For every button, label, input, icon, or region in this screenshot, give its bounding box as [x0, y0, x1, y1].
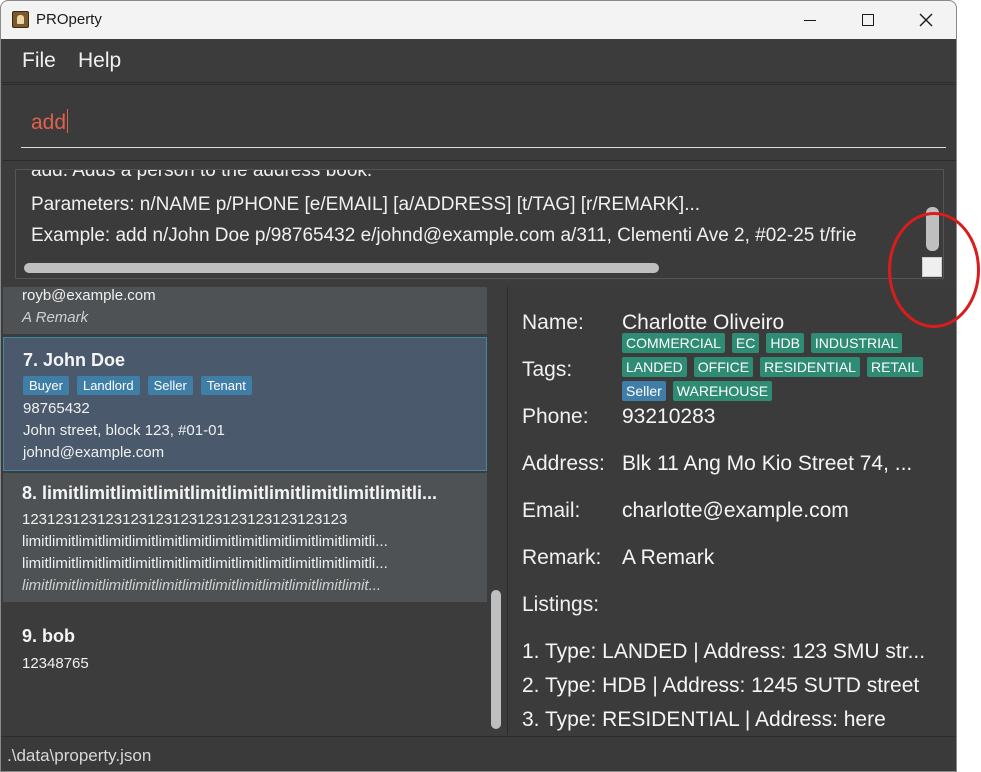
label-phone: Phone:	[522, 405, 589, 428]
listing-item: 2. Type: HDB | Address: 1245 SUTD street	[522, 674, 920, 697]
tag: Seller	[622, 381, 666, 401]
tag: WAREHOUSE	[672, 381, 773, 401]
command-box: add	[3, 84, 956, 161]
label-email: Email:	[522, 499, 581, 522]
tag: RETAIL	[866, 357, 923, 377]
command-text: add	[31, 111, 67, 134]
result-line-1: add: Adds a person to the address book.	[31, 169, 373, 181]
menu-help[interactable]: Help	[78, 49, 121, 73]
data-file-path: .\data\property.json	[7, 746, 152, 765]
list-item[interactable]: 8. limitlimitlimitlimitlimitlimitlimitli…	[3, 473, 487, 602]
tag: EC	[731, 333, 760, 353]
detail-tags: COMMERCIAL EC HDB INDUSTRIAL LANDED OFFI…	[622, 333, 952, 401]
horizontal-scrollbar-thumb[interactable]	[24, 263, 659, 273]
card-remark: limitlimitlimitlimitlimitlimitlimitlimit…	[22, 577, 382, 594]
command-underline	[21, 147, 946, 148]
label-tags: Tags:	[522, 358, 573, 381]
card-phone: 98765432	[23, 400, 90, 417]
result-line-2: Parameters: n/NAME p/PHONE [e/EMAIL] [a/…	[31, 194, 701, 215]
close-icon	[919, 13, 933, 27]
card-tags: Buyer Landlord Seller Tenant	[23, 376, 252, 395]
app-window: PROperty File Help add add: Adds a perso…	[0, 0, 957, 772]
menu-bar: File Help	[1, 39, 956, 83]
maximize-button[interactable]	[839, 1, 897, 39]
card-name: 9. bob	[22, 626, 75, 646]
tag: LANDED	[622, 357, 687, 377]
app-icon	[12, 11, 29, 28]
card-phone: 123123123123123123123123123123123123123	[22, 511, 348, 528]
card-email: johnd@example.com	[23, 444, 165, 461]
list-scrollbar-thumb[interactable]	[491, 590, 501, 729]
minimize-icon	[804, 19, 816, 21]
person-detail-panel: Name: Charlotte Oliveiro Tags: COMMERCIA…	[507, 287, 956, 735]
detail-remark: A Remark	[622, 546, 715, 569]
tag: OFFICE	[693, 357, 754, 377]
tag: HDB	[766, 333, 804, 353]
tag: Landlord	[76, 376, 140, 395]
detail-name: Charlotte Oliveiro	[622, 311, 785, 334]
title-bar[interactable]: PROperty	[1, 1, 956, 39]
result-display[interactable]: add: Adds a person to the address book. …	[15, 169, 944, 279]
detail-address: Blk 11 Ang Mo Kio Street 74, ...	[622, 452, 913, 475]
listing-item: 3. Type: RESIDENTIAL | Address: here	[522, 708, 886, 731]
label-remark: Remark:	[522, 546, 602, 569]
tag: Buyer	[23, 376, 69, 395]
card-address: John street, block 123, #01-01	[23, 422, 225, 439]
tag: Tenant	[200, 376, 252, 395]
card-name: 7. John Doe	[23, 350, 126, 370]
tag: INDUSTRIAL	[810, 333, 903, 353]
close-button[interactable]	[897, 1, 955, 39]
label-address: Address:	[522, 452, 605, 475]
text-caret	[67, 109, 69, 133]
minimize-button[interactable]	[781, 1, 839, 39]
maximize-icon	[862, 14, 874, 26]
list-item[interactable]: 9. bob 12348765	[3, 604, 487, 672]
command-input[interactable]: add	[31, 109, 69, 135]
card-name: 8. limitlimitlimitlimitlimitlimitlimitli…	[22, 483, 438, 503]
status-bar: .\data\property.json	[1, 736, 956, 771]
card-email: limitlimitlimitlimitlimitlimitlimitlimit…	[22, 555, 388, 572]
person-list[interactable]: royb@example.com A Remark 7. John Doe Bu…	[3, 287, 506, 735]
label-name: Name:	[522, 311, 584, 334]
tag: Seller	[147, 376, 193, 395]
menu-file[interactable]: File	[22, 49, 56, 73]
annotation-circle	[888, 212, 980, 328]
list-item[interactable]: royb@example.com A Remark	[3, 287, 487, 334]
listing-item: 1. Type: LANDED | Address: 123 SMU str..…	[522, 640, 926, 663]
tag: RESIDENTIAL	[760, 357, 860, 377]
card-address: limitlimitlimitlimitlimitlimitlimitlimit…	[22, 533, 388, 550]
tag: COMMERCIAL	[622, 333, 725, 353]
detail-phone: 93210283	[622, 405, 716, 428]
card-phone: 12348765	[22, 655, 89, 672]
card-email: royb@example.com	[22, 287, 156, 304]
label-listings: Listings:	[522, 593, 600, 616]
list-item-selected[interactable]: 7. John Doe Buyer Landlord Seller Tenant…	[3, 337, 487, 471]
card-remark: A Remark	[22, 309, 89, 326]
detail-email: charlotte@example.com	[622, 499, 849, 522]
result-line-3: Example: add n/John Doe p/98765432 e/joh…	[31, 225, 857, 246]
window-title: PROperty	[36, 11, 102, 28]
